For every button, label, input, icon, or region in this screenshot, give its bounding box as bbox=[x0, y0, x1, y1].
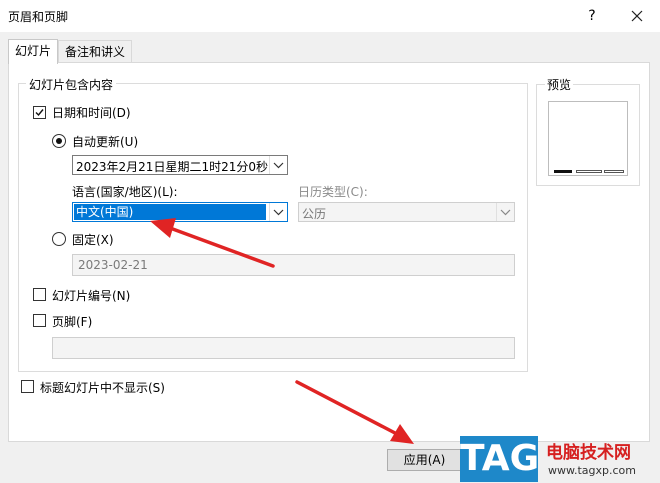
arrow-to-language bbox=[168, 226, 275, 268]
watermark-url: www.tagxp.com bbox=[548, 464, 636, 477]
arrow-head-language bbox=[150, 218, 176, 238]
watermark-site-name: 电脑技术网 bbox=[546, 443, 631, 463]
tab-slide[interactable]: 幻灯片 bbox=[8, 39, 59, 64]
watermark-tag-logo: TAG bbox=[460, 436, 539, 482]
arrow-to-apply bbox=[295, 380, 397, 435]
annotation-arrows bbox=[150, 218, 414, 444]
